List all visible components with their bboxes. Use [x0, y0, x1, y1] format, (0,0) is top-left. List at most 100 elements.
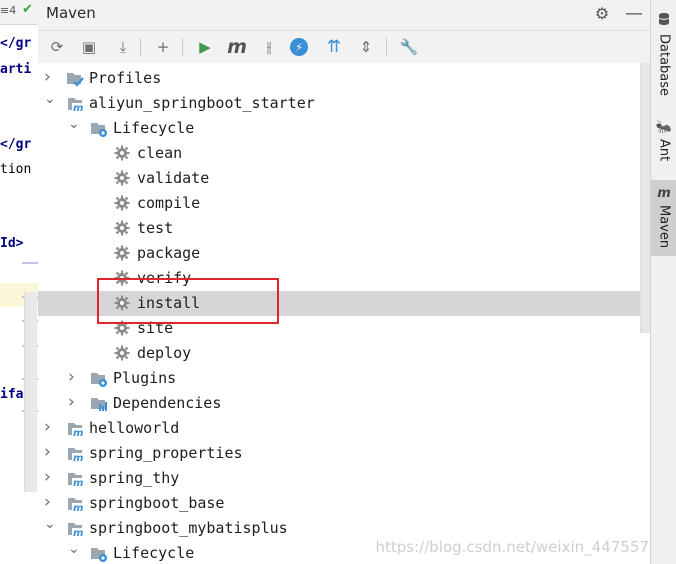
chevron-right-icon[interactable]: ›	[44, 467, 56, 487]
svg-text:m: m	[73, 528, 83, 538]
toggle-skip-tests-button[interactable]: ⚡	[290, 38, 308, 56]
chevron-down-icon[interactable]: ⌄	[68, 116, 80, 132]
maven-module-icon: m	[66, 495, 84, 514]
tab-label-maven: Maven	[656, 205, 672, 249]
code-line: tion	[0, 162, 32, 177]
minus-icon[interactable]: —	[624, 3, 644, 24]
tree-item-springboot-base[interactable]: › m springboot_base	[38, 491, 638, 516]
editor-scrollbar[interactable]	[24, 292, 37, 492]
toolbar-separator	[140, 38, 141, 56]
tab-label-database: Database	[656, 34, 672, 97]
tree-item-clean[interactable]: clean	[38, 141, 638, 166]
tree-item-label: spring_thy	[89, 469, 180, 487]
tree-item-profiles[interactable]: › Profiles	[38, 66, 638, 91]
code-line: </gr	[0, 36, 32, 51]
tree-item-dependencies[interactable]: › Dependencies	[38, 391, 638, 416]
tab-ant[interactable]: 🐜 Ant	[651, 114, 676, 161]
dependencies-folder-icon	[90, 395, 108, 413]
chevron-right-icon[interactable]: ›	[44, 67, 56, 87]
tab-label-ant: Ant	[656, 139, 672, 162]
tab-maven[interactable]: m Maven	[651, 180, 676, 256]
tree-item-validate[interactable]: validate	[38, 166, 638, 191]
tree-item-label: springboot_mybatisplus	[89, 519, 288, 537]
tree-item-compile[interactable]: compile	[38, 191, 638, 216]
maven-module-icon: m	[66, 445, 84, 464]
tree-item-label: Plugins	[113, 369, 177, 387]
editor-tab-fragment[interactable]: ≡4	[0, 4, 16, 17]
tree-scrollbar[interactable]	[640, 63, 650, 333]
chevron-right-icon[interactable]: ›	[44, 492, 56, 512]
tree-item-aliyun-springboot-starter[interactable]: ⌄ m aliyun_springboot_starter	[38, 91, 638, 116]
tree-item-label: clean	[137, 144, 183, 162]
database-icon	[658, 12, 670, 30]
reload-all-projects-button[interactable]: ⟳	[46, 36, 68, 58]
chevron-right-icon[interactable]: ›	[44, 442, 56, 462]
tree-item-label: aliyun_springboot_starter	[89, 94, 315, 112]
maven-module-icon: m	[66, 95, 84, 114]
collapse-all-button[interactable]: ⇕	[355, 36, 377, 58]
toolbar-separator	[182, 38, 183, 56]
svg-text:m: m	[73, 503, 83, 513]
tree-item-plugins[interactable]: › Plugins	[38, 366, 638, 391]
tree-item-spring-properties[interactable]: › m spring_properties	[38, 441, 638, 466]
tree-item-label: deploy	[137, 344, 192, 362]
code-line: Id>	[0, 236, 24, 251]
lifecycle-folder-icon	[90, 545, 108, 563]
tree-item-label: compile	[137, 194, 201, 212]
svg-text:m: m	[73, 428, 83, 438]
code-line: </gr	[0, 137, 32, 152]
chevron-right-icon[interactable]: ›	[44, 417, 56, 437]
gear-icon	[114, 220, 132, 238]
maven-module-icon: m	[66, 520, 84, 539]
editor-tab-bar: ≡4 ✔	[0, 0, 38, 25]
maven-module-icon: m	[66, 420, 84, 439]
chevron-right-icon[interactable]: ›	[68, 392, 80, 412]
tree-item-label: helloworld	[89, 419, 180, 437]
gear-icon	[114, 245, 132, 263]
show-dependencies-button[interactable]: ⇈	[323, 36, 345, 58]
tree-item-label: validate	[137, 169, 210, 187]
maven-toolbar: ⟳ ▣ ⤓ + ▶ m ⫲ ⚡ ⇈ ⇕ 🔧	[38, 30, 650, 64]
tree-item-test[interactable]: test	[38, 216, 638, 241]
chevron-down-icon[interactable]: ⌄	[44, 91, 56, 107]
run-maven-build-button[interactable]: ▶	[194, 36, 216, 58]
tree-item-package[interactable]: package	[38, 241, 638, 266]
gear-icon	[114, 170, 132, 188]
tree-item-lifecycle[interactable]: ⌄ Lifecycle	[38, 116, 638, 141]
tree-item-label: Dependencies	[113, 394, 222, 412]
ant-icon: 🐜	[655, 120, 673, 135]
tab-database[interactable]: Database	[651, 6, 676, 96]
add-maven-project-button[interactable]: +	[152, 36, 174, 58]
gear-icon[interactable]: ⚙	[592, 3, 612, 23]
tree-item-helloworld[interactable]: › m helloworld	[38, 416, 638, 441]
svg-text:m: m	[73, 478, 83, 488]
tree-item-deploy[interactable]: deploy	[38, 341, 638, 366]
maven-settings-button[interactable]: 🔧	[398, 36, 420, 58]
tool-window-title: Maven	[46, 4, 96, 22]
tree-item-label: spring_properties	[89, 444, 243, 462]
tree-item-spring-thy[interactable]: › m spring_thy	[38, 466, 638, 491]
lifecycle-folder-icon	[90, 370, 108, 388]
maven-module-icon: m	[66, 470, 84, 489]
change-marker	[22, 262, 38, 264]
gear-icon	[114, 145, 132, 163]
lifecycle-folder-icon	[90, 120, 108, 138]
maven-icon: m	[657, 186, 671, 201]
chevron-right-icon[interactable]: ›	[68, 367, 80, 387]
toggle-offline-mode-button[interactable]: ⫲	[258, 36, 280, 58]
generate-sources-button[interactable]: ▣	[78, 36, 100, 58]
gear-icon	[114, 195, 132, 213]
tree-item-label: Lifecycle	[113, 119, 195, 137]
gear-icon	[114, 345, 132, 363]
check-icon: ✔	[22, 2, 33, 17]
maven-tool-window: Maven ⚙ — ⟳ ▣ ⤓ + ▶ m ⫲ ⚡ ⇈ ⇕ 🔧 › Profiles ⌄ m aliyun_…	[38, 0, 650, 564]
code-editor-fragment[interactable]: ≡4 ✔ </gr arti </gr tion Id> ifac	[0, 0, 39, 564]
tree-item-label: test	[137, 219, 174, 237]
chevron-down-icon[interactable]: ⌄	[44, 516, 56, 532]
download-sources-button[interactable]: ⤓	[112, 36, 134, 58]
maven-project-tree[interactable]: › Profiles ⌄ m aliyun_springboot_starter ⌄ Lif…	[38, 63, 650, 564]
toolbar-separator	[386, 38, 387, 56]
execute-maven-goal-button[interactable]: m	[226, 36, 248, 58]
highlight-annotation-box	[97, 278, 279, 324]
chevron-down-icon[interactable]: ⌄	[68, 541, 80, 557]
